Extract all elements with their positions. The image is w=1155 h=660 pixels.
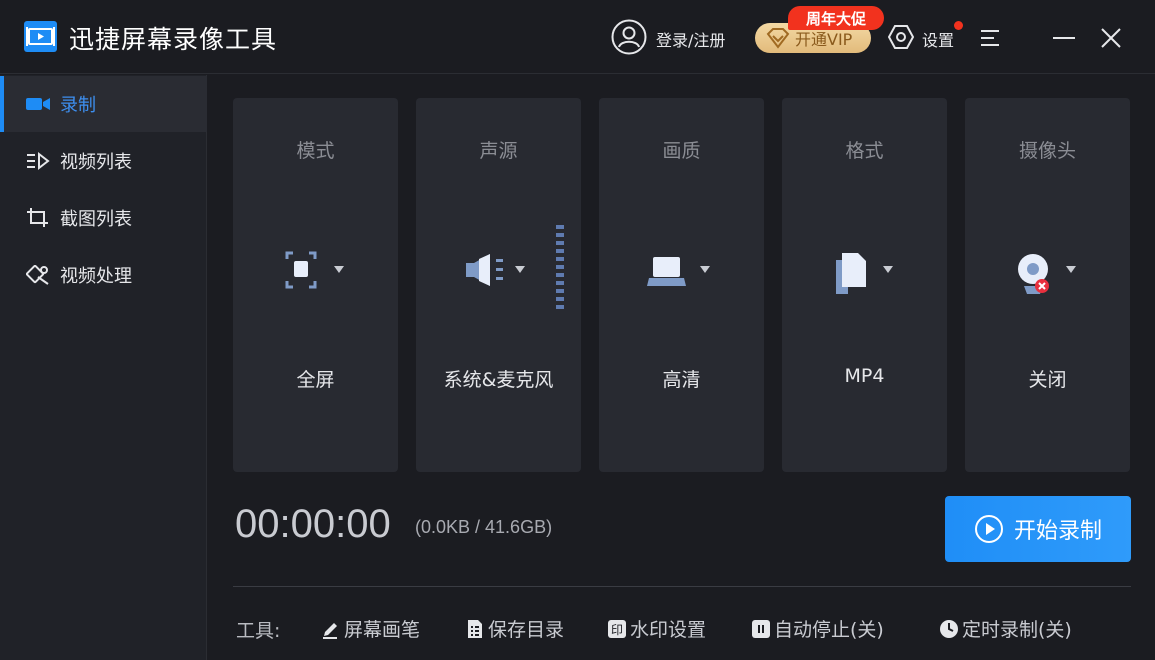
sidebar-item-screenshot-list[interactable]: 截图列表 <box>0 190 207 246</box>
title-bar: 迅捷屏幕录像工具 登录/注册 开通VIP 周年大促 设置 <box>0 0 1155 74</box>
notification-dot <box>954 21 963 30</box>
card-title: 摄像头 <box>1018 140 1076 162</box>
sidebar-item-label: 录制 <box>60 95 96 116</box>
tool-label: 水印设置 <box>630 619 707 641</box>
app-title: 迅捷屏幕录像工具 <box>69 25 278 54</box>
tool-label: 保存目录 <box>488 619 565 641</box>
video-list-icon <box>27 151 50 171</box>
file-size-info: (0.0KB / 41.6GB) <box>415 517 553 537</box>
card-value: 高清 <box>662 369 701 391</box>
minimize-icon[interactable] <box>1052 26 1076 50</box>
sidebar-item-video-process[interactable]: 视频处理 <box>0 247 207 303</box>
pause-icon <box>752 619 770 638</box>
clock-icon <box>940 619 958 638</box>
sidebar-item-video-list[interactable]: 视频列表 <box>0 133 207 189</box>
tool-label: 定时录制(关) <box>962 619 1072 641</box>
volume-level-meter <box>556 225 564 309</box>
settings-link[interactable]: 设置 <box>922 27 954 51</box>
promo-badge: 周年大促 <box>788 6 884 30</box>
fullscreen-mode-icon <box>285 251 344 289</box>
start-recording-button[interactable]: 开始录制 <box>945 496 1131 562</box>
close-icon[interactable] <box>1099 26 1123 50</box>
screenshot-list-icon <box>27 208 48 227</box>
save-directory-tool[interactable]: 保存目录 <box>465 615 564 642</box>
auto-stop-tool[interactable]: 自动停止(关) <box>751 615 884 642</box>
card-title: 画质 <box>662 140 701 162</box>
card-value: MP4 <box>844 365 885 387</box>
mode-card[interactable]: 模式 全屏 <box>233 98 398 472</box>
file-format-icon <box>836 253 893 294</box>
sidebar-item-label: 截图列表 <box>60 209 132 230</box>
card-value: 全屏 <box>296 369 335 391</box>
card-title: 格式 <box>845 140 884 162</box>
webcam-card[interactable]: 摄像头 关闭 <box>965 98 1130 472</box>
svg-text:印: 印 <box>611 623 623 637</box>
diamond-icon <box>766 28 790 49</box>
gear-icon[interactable] <box>888 24 914 50</box>
watermark-settings-tool[interactable]: 印 水印设置 <box>607 615 706 642</box>
tool-label: 自动停止(关) <box>774 619 884 641</box>
card-title: 声源 <box>479 140 518 162</box>
app-logo-icon <box>24 21 57 52</box>
monitor-icon <box>647 257 710 286</box>
folder-list-icon <box>468 619 482 638</box>
watermark-icon: 印 <box>608 619 626 638</box>
tools-label: 工具: <box>236 620 281 642</box>
webcam-off-icon <box>1018 254 1076 294</box>
scheduled-recording-tool[interactable]: 定时录制(关) <box>939 615 1072 642</box>
screen-pen-tool[interactable]: 屏幕画笔 <box>321 615 420 642</box>
login-register-link[interactable]: 登录/注册 <box>656 27 725 51</box>
pen-icon <box>323 622 337 639</box>
tool-label: 屏幕画笔 <box>344 619 421 641</box>
sound-source-card[interactable]: 声源 系统&麦克风 <box>416 98 581 472</box>
recording-timer: 00:00:00 <box>235 502 391 546</box>
quality-card[interactable]: 画质 高清 <box>599 98 764 472</box>
menu-icon[interactable] <box>980 27 1002 49</box>
sidebar-item-record[interactable]: 录制 <box>0 76 207 132</box>
start-recording-label: 开始录制 <box>1013 519 1102 544</box>
card-value: 关闭 <box>1028 369 1067 391</box>
card-title: 模式 <box>296 140 335 162</box>
sidebar-item-label: 视频处理 <box>60 266 132 287</box>
speaker-icon <box>466 254 525 286</box>
video-edit-icon <box>26 265 49 285</box>
format-card[interactable]: 格式 MP4 <box>782 98 947 472</box>
sidebar-item-label: 视频列表 <box>60 152 132 173</box>
divider <box>233 586 1131 587</box>
play-icon <box>974 515 1003 543</box>
sidebar: 录制 视频列表 截图列表 视频处理 <box>0 75 207 660</box>
app-window: 迅捷屏幕录像工具 登录/注册 开通VIP 周年大促 设置 录制 视频列表 截图列… <box>0 0 1155 660</box>
card-value: 系统&麦克风 <box>443 369 554 391</box>
user-avatar-icon[interactable] <box>611 19 647 55</box>
video-camera-icon <box>26 98 50 110</box>
